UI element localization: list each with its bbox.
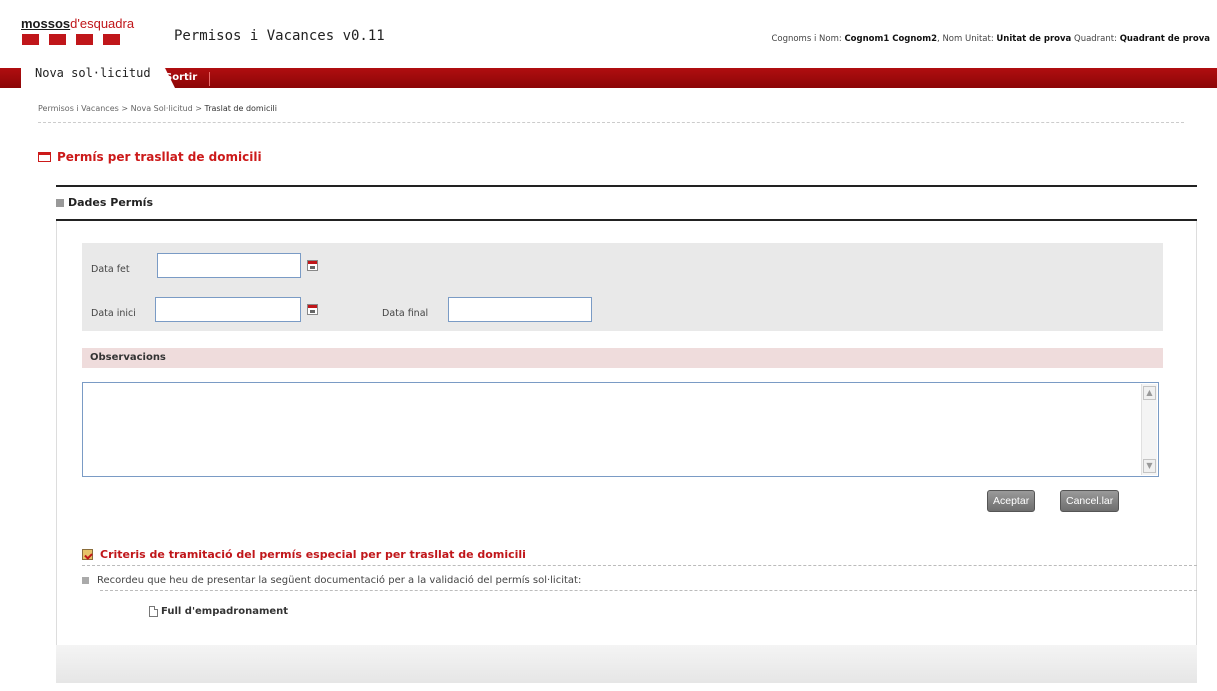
panel-footer (56, 645, 1197, 683)
logo-squares (22, 34, 120, 45)
app-title: Permisos i Vacances v0.11 (174, 28, 385, 44)
window-icon (38, 152, 51, 162)
breadcrumb-current: Traslat de domicili (204, 104, 278, 113)
criteria-title-text: Criteris de tramitació del permís especi… (100, 548, 526, 561)
data-fet-input[interactable] (157, 253, 301, 278)
date-fields-box: Data fet Data inici Data final (82, 243, 1163, 331)
page-title: Permís per trasllat de domicili (38, 150, 262, 164)
scroll-down-icon[interactable]: ▼ (1143, 459, 1156, 473)
scroll-up-icon[interactable]: ▲ (1143, 386, 1156, 400)
data-inici-input[interactable] (155, 297, 301, 322)
section-title-text: Dades Permís (68, 196, 153, 209)
data-fet-label: Data fet (91, 264, 130, 275)
section-divider (56, 185, 1197, 187)
exit-link[interactable]: Sortir (165, 72, 211, 86)
user-name-value: Cognom1 Cognom2 (844, 34, 938, 44)
breadcrumb-item-permisos[interactable]: Permisos i Vacances (38, 104, 119, 113)
calendar-icon[interactable] (307, 260, 318, 271)
mossos-logo: mossosd'esquadra (21, 17, 161, 57)
observacions-textarea[interactable] (82, 382, 1159, 477)
user-unit-label: Nom Unitat: (942, 34, 994, 44)
documentation-note-text: Recordeu que heu de presentar la següent… (97, 575, 582, 586)
data-inici-label: Data inici (91, 308, 136, 319)
user-name-label: Cognoms i Nom: (771, 34, 842, 44)
user-unit-value: Unitat de prova (996, 34, 1072, 44)
main-nav: Nova sol·licitud Sortir (0, 61, 1217, 88)
logo-text: mossosd'esquadra (21, 16, 135, 31)
observacions-header: Observacions (82, 348, 1163, 368)
textarea-scrollbar[interactable]: ▲ ▼ (1141, 384, 1157, 475)
section-title: Dades Permís (56, 196, 153, 209)
cancel-button[interactable]: Cancel.lar (1060, 490, 1120, 512)
user-quadrant-label: Quadrant: (1074, 34, 1117, 44)
data-final-input[interactable] (448, 297, 592, 322)
document-item-label: Full d'empadronament (161, 606, 289, 617)
accept-button[interactable]: Aceptar (987, 490, 1036, 512)
document-item: Full d'empadronament (149, 606, 288, 617)
data-final-label: Data final (382, 308, 429, 319)
breadcrumb: Permisos i Vacances > Nova Sol·licitud >… (38, 104, 277, 113)
square-bullet-icon (82, 577, 89, 584)
user-quadrant-value: Quadrant de prova (1119, 34, 1210, 44)
breadcrumb-divider (38, 122, 1184, 123)
calendar-icon[interactable] (307, 304, 318, 315)
page-title-text: Permís per trasllat de domicili (57, 150, 262, 164)
app-header: mossosd'esquadra Permisos i Vacances v0.… (0, 0, 1217, 68)
criteria-title: Criteris de tramitació del permís especi… (82, 548, 526, 561)
breadcrumb-separator: > (195, 104, 202, 113)
square-bullet-icon (56, 198, 64, 207)
documentation-note: Recordeu que heu de presentar la següent… (82, 575, 581, 586)
document-icon (149, 606, 158, 617)
breadcrumb-item-nova[interactable]: Nova Sol·licitud (131, 104, 193, 113)
checklist-icon (82, 549, 93, 560)
breadcrumb-separator: > (121, 104, 129, 113)
user-info: Cognoms i Nom: Cognom1 Cognom2, Nom Unit… (771, 34, 1210, 44)
tab-nova-sollicitud[interactable]: Nova sol·licitud (21, 61, 175, 88)
criteria-divider (82, 565, 1197, 566)
note-divider (100, 590, 1197, 591)
